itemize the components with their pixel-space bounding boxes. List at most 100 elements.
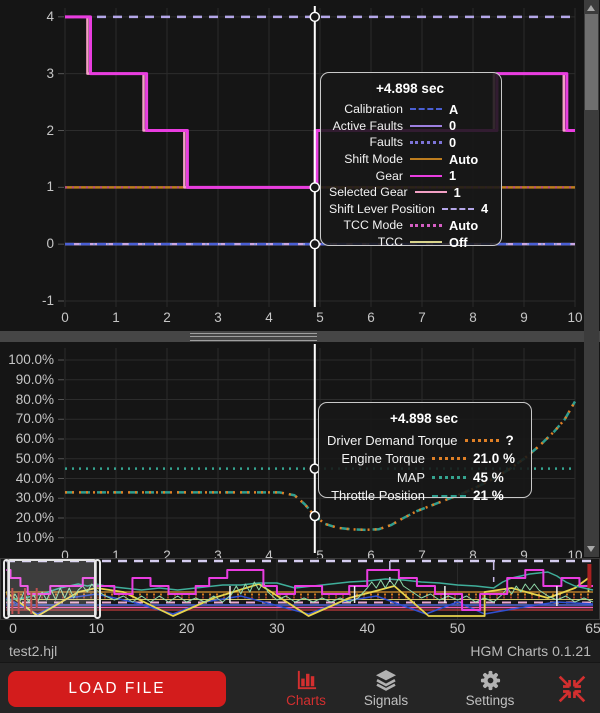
overview-x-axis-tick: 65 xyxy=(581,621,600,636)
tooltip-signal-value: 1 xyxy=(449,168,491,183)
tooltip-signal-value: 1 xyxy=(454,185,496,200)
overview-x-axis-tick: 30 xyxy=(265,621,289,636)
tooltip-row: Selected Gear1 xyxy=(329,184,491,201)
chart2-x-axis-tick: 5 xyxy=(305,548,335,558)
chart2-y-axis-tick: 70.0% xyxy=(2,411,54,426)
overview-x-axis-tick: 0 xyxy=(1,621,25,636)
chart1-x-axis-tick: 7 xyxy=(407,310,437,325)
chart2-y-axis-tick: 20.0% xyxy=(2,510,54,525)
tooltip-row: Shift Lever Position4 xyxy=(329,201,491,218)
tooltip-signal-label: Selected Gear xyxy=(329,185,408,199)
tooltip-line-sample-icon xyxy=(432,457,466,460)
tooltip-line-sample-icon xyxy=(415,191,447,193)
cursor-marker xyxy=(310,183,319,192)
scrollbar-up-arrow-icon[interactable] xyxy=(587,5,595,11)
collapse-view-icon[interactable] xyxy=(556,673,590,705)
chart2-y-axis-tick: 80.0% xyxy=(2,392,54,407)
tooltip-signal-label: TCC Mode xyxy=(329,218,403,232)
app-version: HGM Charts 0.1.21 xyxy=(470,643,591,659)
chart1-x-axis-tick: 3 xyxy=(203,310,233,325)
load-file-button[interactable]: LOAD FILE xyxy=(8,671,226,707)
chart1-x-axis-tick: 1 xyxy=(101,310,131,325)
chart2-y-axis-tick: 30.0% xyxy=(2,490,54,505)
tooltip-rows: CalibrationAActive Faults0Faults0Shift M… xyxy=(329,101,491,250)
tooltip-signal-value: 0 xyxy=(449,118,491,133)
chart1-x-axis-tick: 8 xyxy=(458,310,488,325)
tooltip-row: Shift ModeAuto xyxy=(329,151,491,168)
tooltip-line-sample-icon xyxy=(432,495,466,497)
tooltip-line-sample-icon xyxy=(410,108,442,110)
scrollbar-thumb[interactable] xyxy=(585,14,598,110)
tooltip-line-sample-icon xyxy=(410,158,442,160)
tab-signals[interactable]: Signals xyxy=(348,666,424,712)
loaded-file-name: test2.hjl xyxy=(9,643,57,659)
chart2-y-axis-tick: 100.0% xyxy=(2,352,54,367)
tooltip-line-sample-icon xyxy=(432,476,466,479)
tooltip-signal-value: Auto xyxy=(449,218,491,233)
tooltip-row: Throttle Position 21 % xyxy=(327,487,521,506)
chart1-y-axis-tick: -1 xyxy=(8,293,54,308)
tooltip-signal-label: Gear xyxy=(329,169,403,183)
chart2-cursor-tooltip: +4.898 sec Driver Demand Torque?Engine T… xyxy=(318,402,532,498)
tab-charts[interactable]: Charts xyxy=(268,666,344,712)
scrollbar-down-arrow-icon[interactable] xyxy=(587,546,595,552)
tooltip-line-sample-icon xyxy=(442,208,474,210)
layers-icon xyxy=(348,666,424,692)
chart-splitter[interactable] xyxy=(0,331,600,342)
overview-brush[interactable] xyxy=(7,559,97,617)
tooltip-row: Active Faults0 xyxy=(329,118,491,135)
hgm-charts-app: { "status": { "file_name": "test2.hjl", … xyxy=(0,0,600,713)
tooltip-line-sample-icon xyxy=(410,241,442,243)
overview-x-axis-tick: 20 xyxy=(175,621,199,636)
overview-minimap[interactable]: 0102030405065 xyxy=(0,558,600,640)
vertical-scrollbar[interactable] xyxy=(584,0,599,557)
tooltip-signal-label: Calibration xyxy=(329,102,403,116)
gear-icon xyxy=(452,666,528,692)
tooltip-line-sample-icon xyxy=(410,175,442,177)
tooltip-row: Gear 1 xyxy=(329,167,491,184)
tooltip-timestamp: +4.898 sec xyxy=(329,81,491,96)
brush-handle-right[interactable] xyxy=(94,559,101,619)
chart2-x-axis-tick: 0 xyxy=(50,548,80,558)
chart2-y-axis-tick: 50.0% xyxy=(2,451,54,466)
tooltip-signal-label: Driver Demand Torque xyxy=(327,433,458,448)
tooltip-row: MAP45 % xyxy=(327,468,521,487)
tab-settings-label: Settings xyxy=(452,693,528,708)
tooltip-line-sample-icon xyxy=(410,125,442,127)
tooltip-signal-label: TCC xyxy=(329,235,403,249)
tooltip-line-sample-icon xyxy=(410,141,442,144)
tooltip-row: Engine Torque21.0 % xyxy=(327,450,521,469)
bar-chart-icon xyxy=(268,666,344,692)
tooltip-signal-value: 21 % xyxy=(473,488,521,503)
tab-settings[interactable]: Settings xyxy=(452,666,528,712)
chart2-x-axis-tick: 7 xyxy=(407,548,437,558)
chart1-x-axis-tick: 5 xyxy=(305,310,335,325)
brush-handle-left[interactable] xyxy=(3,559,10,619)
chart2-y-axis-tick: 60.0% xyxy=(2,431,54,446)
tooltip-signal-label: Shift Lever Position xyxy=(329,202,435,216)
splitter-drag-handle[interactable] xyxy=(190,333,317,341)
cursor-marker xyxy=(310,240,319,249)
tooltip-signal-value: ? xyxy=(506,433,554,448)
chart2-x-axis-tick: 4 xyxy=(254,548,284,558)
chart1-cursor-tooltip: +4.898 sec CalibrationAActive Faults0Fau… xyxy=(320,72,502,246)
chart2-y-axis-tick: 40.0% xyxy=(2,471,54,486)
chart1-y-axis-tick: 0 xyxy=(8,236,54,251)
tooltip-row: Driver Demand Torque? xyxy=(327,431,521,450)
overview-x-axis-tick: 40 xyxy=(355,621,379,636)
bottom-toolbar: LOAD FILE Charts Signals xyxy=(0,662,600,713)
tooltip-timestamp: +4.898 sec xyxy=(327,411,521,426)
chart2-x-axis-tick: 3 xyxy=(203,548,233,558)
transmission-chart[interactable]: 43210-1012345678910 xyxy=(0,0,600,331)
tooltip-signal-value: 21.0 % xyxy=(473,451,521,466)
chart1-x-axis-tick: 6 xyxy=(356,310,386,325)
chart2-y-axis-tick: 10.0% xyxy=(2,530,54,545)
tooltip-signal-label: Throttle Position xyxy=(327,488,425,503)
chart1-y-axis-tick: 2 xyxy=(8,123,54,138)
overview-x-axis-tick: 50 xyxy=(446,621,470,636)
tab-signals-label: Signals xyxy=(348,693,424,708)
tooltip-rows: Driver Demand Torque?Engine Torque21.0 %… xyxy=(327,431,521,505)
tooltip-row: CalibrationA xyxy=(329,101,491,118)
status-bar: test2.hjl HGM Charts 0.1.21 xyxy=(0,640,600,662)
tooltip-signal-label: Shift Mode xyxy=(329,152,403,166)
